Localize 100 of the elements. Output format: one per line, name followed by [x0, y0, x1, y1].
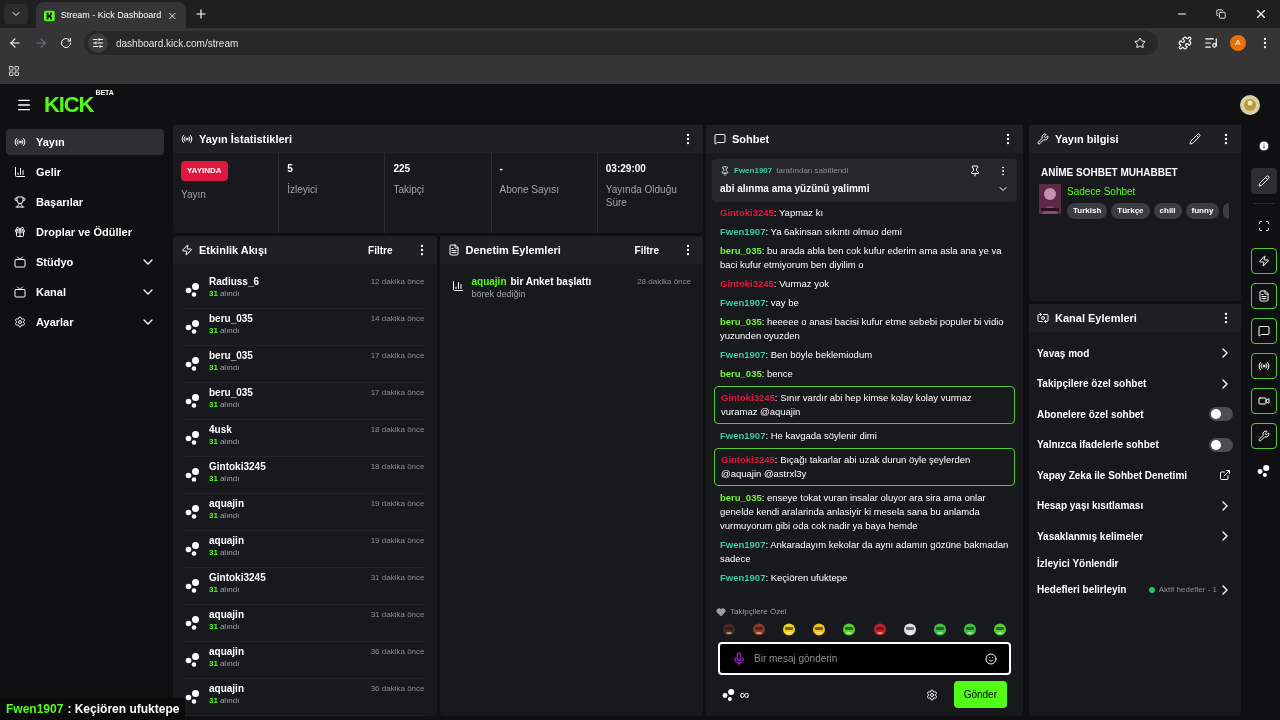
- event-action: alındı: [219, 436, 240, 447]
- sidebar-item[interactable]: Droplar ve Ödüller: [6, 219, 164, 245]
- forward-icon[interactable]: [34, 36, 48, 50]
- kicks-icon: [185, 319, 201, 335]
- back-icon[interactable]: [8, 36, 22, 50]
- event-username[interactable]: 4usk: [209, 424, 363, 437]
- channel-action[interactable]: Hesap yaşı kısıtlaması: [1037, 490, 1233, 521]
- event-username[interactable]: Radiuss_6: [209, 276, 363, 289]
- channel-action[interactable]: İzleyici Yönlendir: [1037, 551, 1233, 575]
- browser-tab[interactable]: Stream - Kick Dashboard: [36, 2, 186, 30]
- nav-icon: [14, 256, 26, 268]
- tag[interactable]: funny: [1185, 203, 1220, 219]
- pinned-by-user[interactable]: Fwen1907: [734, 165, 773, 177]
- close-tab-icon[interactable]: [167, 10, 178, 22]
- category-link[interactable]: Sadece Sohbet: [1067, 184, 1229, 199]
- restore-icon[interactable]: [1216, 9, 1226, 19]
- panel-title: Yayın bilgisi: [1055, 131, 1119, 147]
- nav-icon: [14, 166, 26, 178]
- channel-action[interactable]: Yalnızca ifadelerle sohbet: [1037, 429, 1233, 460]
- event-action: alındı: [219, 362, 240, 373]
- event-username[interactable]: Gintoki3245: [209, 572, 363, 585]
- rail-button[interactable]: [1251, 388, 1277, 414]
- tab-list-button[interactable]: [4, 4, 28, 24]
- bolt-icon: [181, 244, 193, 256]
- filter-button[interactable]: Filtre: [368, 242, 393, 258]
- sidebar-item[interactable]: Stüdyo: [6, 249, 164, 275]
- rail-button[interactable]: [1251, 353, 1277, 379]
- event-time: 19 dakika önce: [370, 535, 425, 547]
- tag[interactable]: Türkçe: [1111, 203, 1150, 219]
- message-text-input[interactable]: Bir mesaj gönderin: [754, 651, 977, 666]
- event-username[interactable]: aquajin: [209, 535, 363, 548]
- extensions-icon[interactable]: [1178, 36, 1192, 50]
- rail-button[interactable]: [1251, 423, 1277, 449]
- rail-button[interactable]: [1251, 248, 1277, 274]
- channel-action[interactable]: Hedefleri belirleyin Aktif hedefler - 1: [1037, 574, 1233, 605]
- edit-icon[interactable]: [1189, 133, 1201, 145]
- url-text: dashboard.kick.com/stream: [116, 36, 240, 51]
- event-amount: 31: [209, 399, 218, 410]
- microphone-icon[interactable]: [732, 651, 746, 666]
- new-tab-icon[interactable]: [194, 7, 208, 21]
- chat-message: beru_035: heeeee o anasi bacisi kufur etme sebebi populer bi vidio yuzunden oyuzden: [719, 315, 1005, 343]
- toggle-switch[interactable]: [1209, 407, 1233, 422]
- event-username[interactable]: beru_035: [209, 387, 363, 400]
- reload-icon[interactable]: [60, 37, 72, 49]
- user-avatar[interactable]: [1240, 94, 1260, 115]
- site-settings-icon[interactable]: [92, 37, 104, 49]
- event-action: alındı: [219, 547, 240, 558]
- bookmark-icon[interactable]: [1134, 37, 1146, 49]
- panel-title: Yayın İstatistikleri: [199, 131, 292, 147]
- event-username[interactable]: beru_035: [209, 313, 363, 326]
- event-username[interactable]: aquajin: [209, 646, 363, 659]
- emote-section-label: Takipçilere Özel: [730, 606, 787, 618]
- live-badge: YAYINDA: [181, 161, 228, 181]
- event-time: 12 dakika önce: [370, 276, 425, 288]
- event-time: 36 dakika önce: [370, 646, 425, 658]
- channel-action[interactable]: Takipçilere özel sohbet: [1037, 368, 1233, 399]
- kick-logo[interactable]: KICK: [44, 93, 94, 116]
- event-amount: 31: [209, 695, 218, 706]
- toggle-switch[interactable]: [1209, 437, 1233, 452]
- channel-action[interactable]: Abonelere özel sohbet: [1037, 399, 1233, 430]
- rail-button[interactable]: [1251, 283, 1277, 309]
- emoji-icon[interactable]: [985, 652, 997, 665]
- sidebar-item[interactable]: Yayın: [6, 129, 164, 155]
- event-action: alındı: [219, 399, 240, 410]
- event-amount: 31: [209, 510, 218, 521]
- event-action: alındı: [219, 288, 240, 299]
- event-action: alındı: [219, 510, 240, 521]
- event-username[interactable]: Gintoki3245: [209, 461, 363, 474]
- sidebar-item[interactable]: Kanal: [6, 279, 164, 305]
- event-username[interactable]: aquajin: [209, 498, 363, 511]
- close-window-icon[interactable]: [1254, 7, 1268, 21]
- event-username[interactable]: aquajin: [209, 609, 363, 622]
- channel-action[interactable]: Yasaklanmış kelimeler: [1037, 521, 1233, 552]
- moderation-user[interactable]: aquajin: [471, 276, 507, 289]
- tag[interactable]: Turkish: [1067, 203, 1108, 219]
- media-icon[interactable]: [1204, 36, 1218, 50]
- filter-button[interactable]: Filtre: [634, 242, 659, 258]
- channel-action[interactable]: Yavaş mod: [1037, 338, 1233, 369]
- settings-icon[interactable]: [925, 688, 938, 701]
- chat-message: Gintoki3245: Sınır vardır abi hep kimse kolay kolay vurmaz vuramaz @aquajin: [714, 386, 1015, 424]
- moderation-detail: börek dediğin: [471, 288, 527, 300]
- event-username[interactable]: beru_035: [209, 350, 363, 363]
- sidebar-item[interactable]: Başarılar: [6, 189, 164, 215]
- sidebar-item[interactable]: Ayarlar: [6, 309, 164, 335]
- tag[interactable]: chill: [1153, 203, 1182, 219]
- address-bar[interactable]: dashboard.kick.com/stream: [84, 31, 1158, 55]
- sidebar-item[interactable]: Gelir: [6, 159, 164, 185]
- unpin-icon[interactable]: [969, 165, 981, 177]
- apps-icon[interactable]: [8, 65, 20, 77]
- external-link-icon: [1219, 469, 1231, 482]
- event-time: 17 dakika önce: [370, 387, 425, 399]
- send-button[interactable]: Gönder: [953, 681, 1007, 708]
- channel-action[interactable]: Yapay Zeka ile Sohbet Denetimi: [1037, 460, 1233, 491]
- nav-icon: [14, 286, 26, 298]
- event-username[interactable]: aquajin: [209, 683, 363, 696]
- rail-button[interactable]: [1251, 318, 1277, 344]
- event-action: alındı: [219, 325, 240, 336]
- rail-button[interactable]: [1251, 168, 1277, 194]
- stat-label: Yayın: [181, 189, 206, 202]
- message-input[interactable]: Bir mesaj gönderin: [718, 642, 1011, 675]
